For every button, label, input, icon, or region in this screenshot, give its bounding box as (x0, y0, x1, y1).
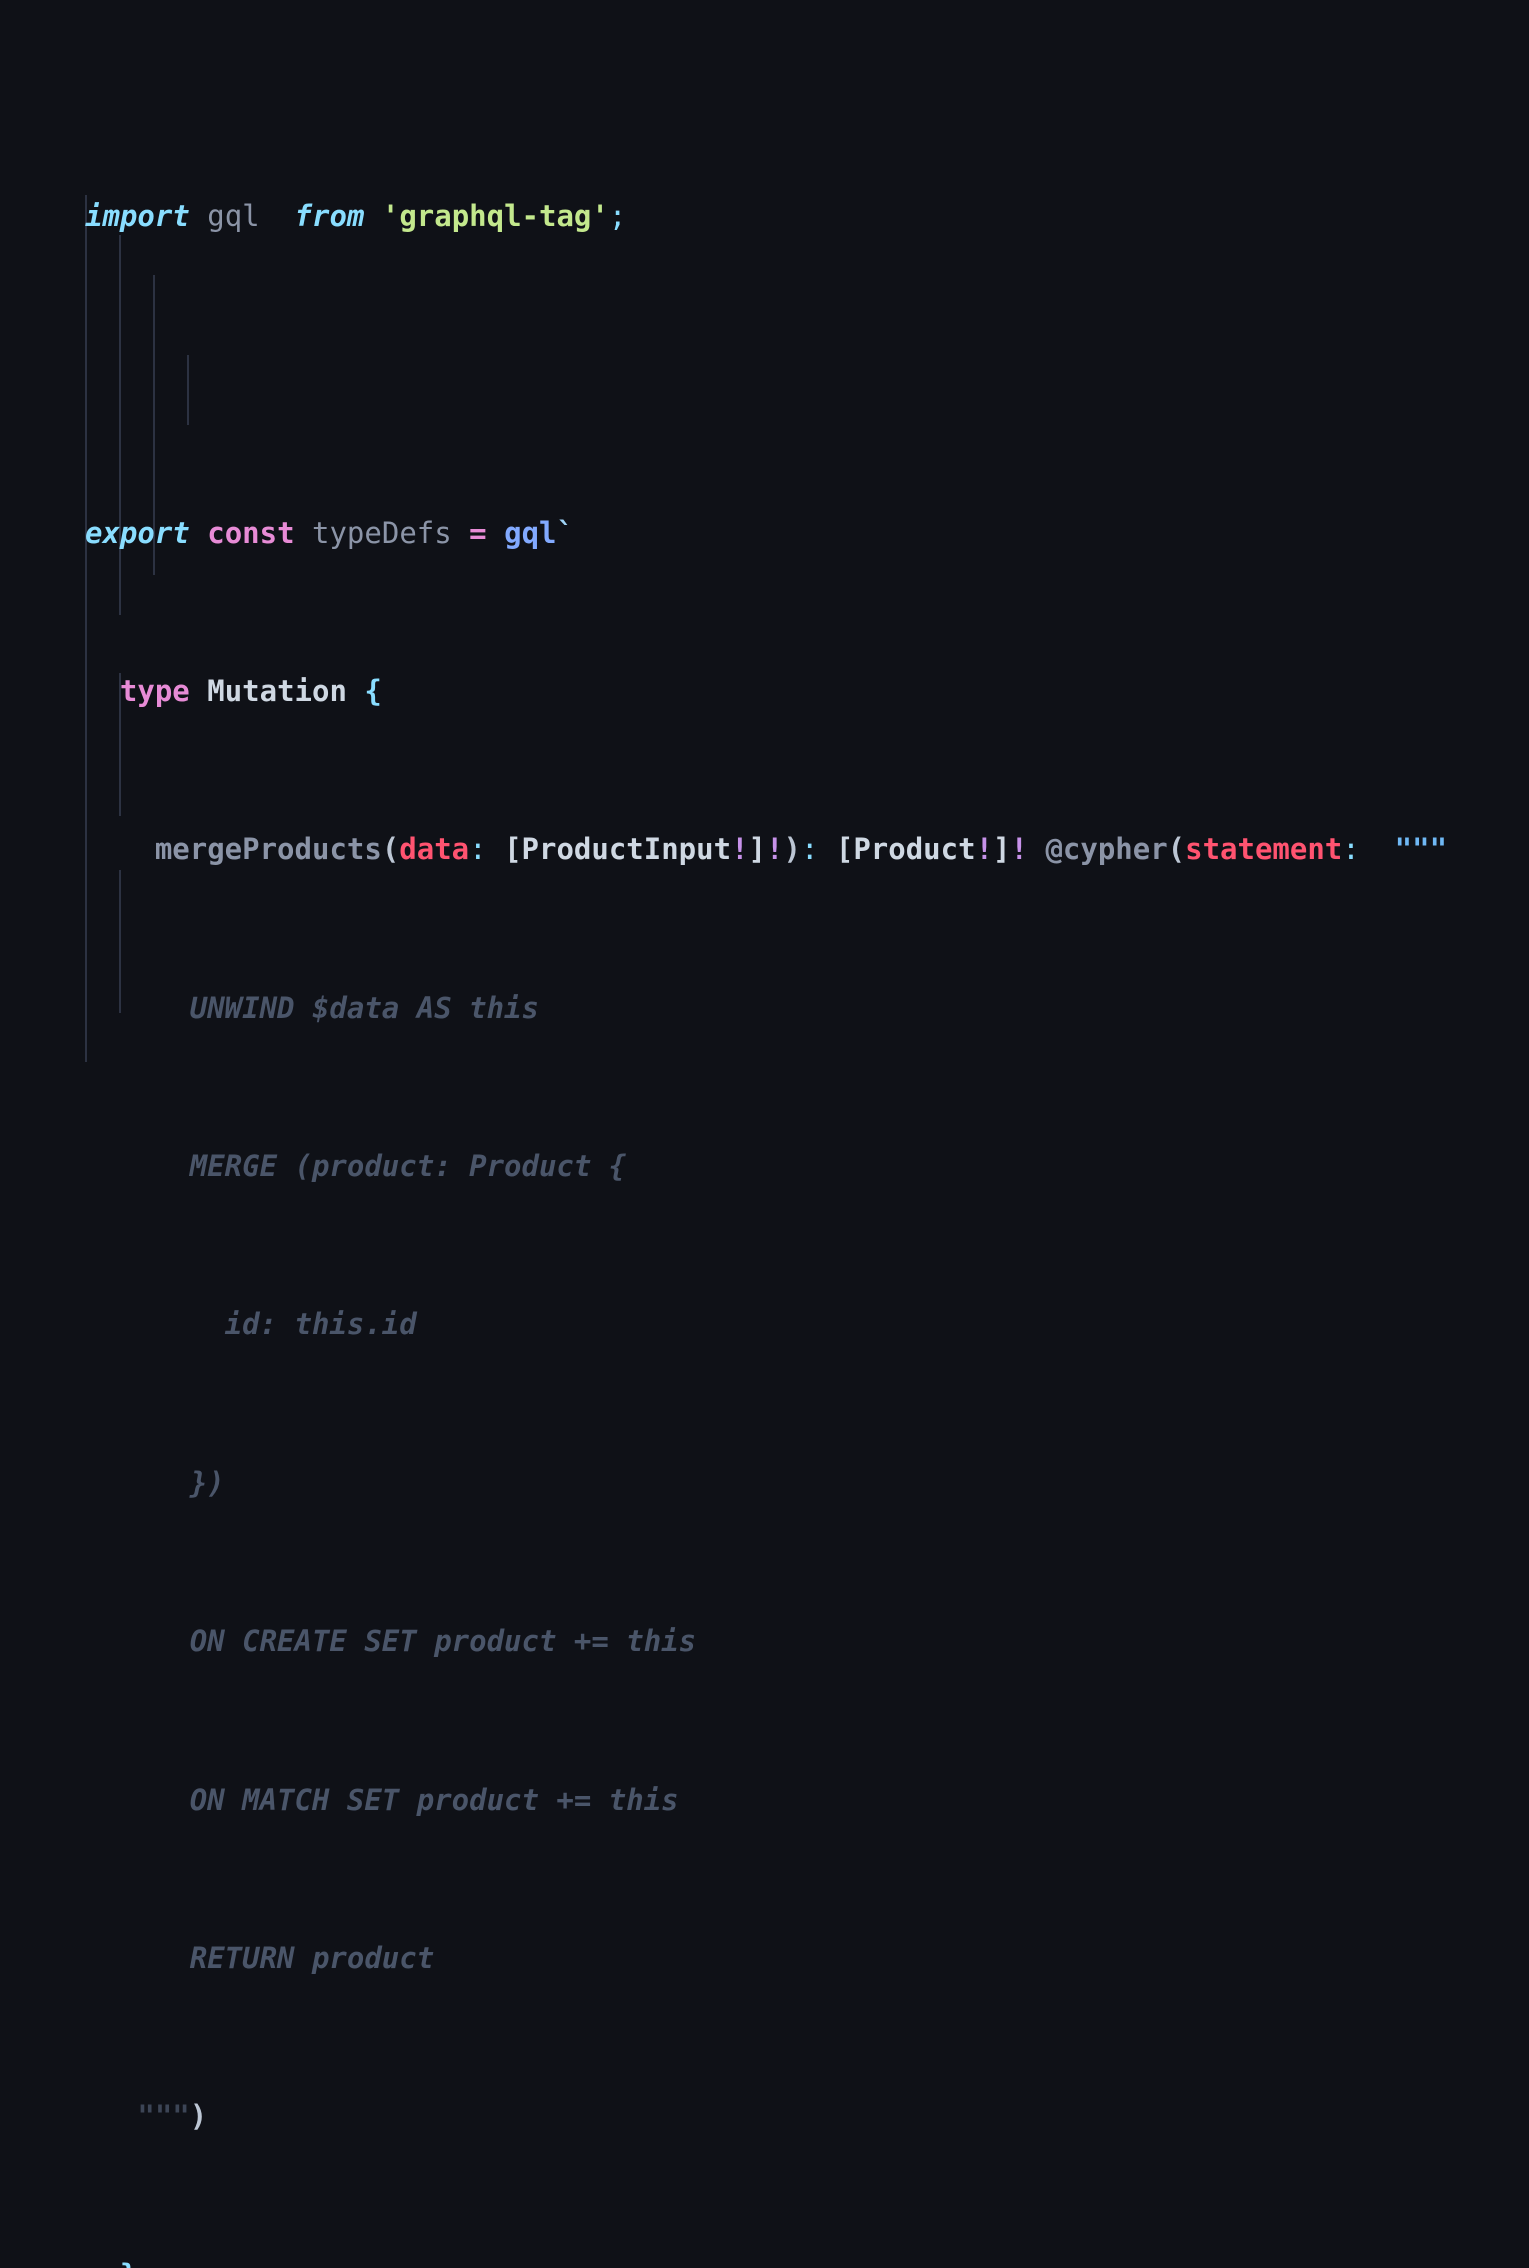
code-line-8-cypher[interactable]: id: this.id (85, 1305, 1529, 1345)
token-triple-quote-open: """ (1394, 832, 1448, 867)
code-line-9-cypher[interactable]: }) (85, 1464, 1529, 1504)
cypher-id-property: id: this.id (85, 1307, 417, 1342)
token-open-brace-mutation: { (364, 673, 382, 708)
token-gql-identifier: gql (207, 198, 260, 233)
token-colon-return: : (800, 832, 819, 867)
code-line-11-cypher[interactable]: ON MATCH SET product += this (85, 1781, 1529, 1821)
token-close-paren-directive: ) (189, 2099, 208, 2134)
code-line-7-cypher[interactable]: MERGE (product: Product { (85, 1147, 1529, 1187)
token-bang-1: ! (731, 832, 749, 867)
code-block[interactable]: import gql from 'graphql-tag'; export co… (0, 78, 1529, 2268)
code-line-2-blank (85, 355, 1529, 395)
token-close-bracket-2: ] (993, 832, 1011, 867)
code-line-1[interactable]: import gql from 'graphql-tag'; (85, 197, 1529, 237)
cypher-close-node: }) (85, 1465, 225, 1500)
token-open-bracket-1: [ (504, 832, 522, 867)
code-line-6-cypher[interactable]: UNWIND $data AS this (85, 989, 1529, 1029)
token-close-bracket-1: ] (748, 832, 766, 867)
token-template-backtick-open: ` (556, 515, 574, 550)
token-colon-data: : (469, 832, 487, 867)
cypher-on-create-set: ON CREATE SET product += this (85, 1624, 697, 1659)
token-typedefs-identifier: typeDefs (312, 515, 452, 550)
code-line-5[interactable]: mergeProducts(data: [ProductInput!]!): [… (85, 830, 1529, 870)
code-editor-surface: import gql from 'graphql-tag'; export co… (0, 0, 1529, 2268)
cypher-return-statement: RETURN product (85, 1940, 435, 1975)
token-cypher-directive: @cypher (1045, 832, 1168, 867)
token-bang-2: ! (766, 832, 784, 867)
code-line-14[interactable]: } (85, 2256, 1529, 2268)
code-line-10-cypher[interactable]: ON CREATE SET product += this (85, 1622, 1529, 1662)
token-close-brace-mutation: } (120, 2258, 137, 2268)
token-colon-statement: : (1342, 832, 1360, 867)
token-statement-argument: statement (1185, 832, 1343, 867)
token-data-argument: data (399, 832, 470, 867)
token-product-typename: Product (853, 832, 976, 867)
token-import-keyword: import (85, 198, 190, 233)
token-type-keyword-mutation: type (119, 673, 190, 708)
token-bang-3: ! (975, 832, 994, 867)
token-module-string: 'graphql-tag' (381, 198, 609, 233)
token-mutation-typename: Mutation (207, 673, 347, 708)
token-triple-quote-close: """ (137, 2099, 190, 2134)
token-const-keyword: const (207, 515, 295, 550)
token-mergeproducts-field: mergeProducts (154, 832, 382, 867)
token-gql-tag: gql (504, 515, 557, 550)
token-bang-4: ! (1010, 832, 1028, 867)
token-from-keyword: from (294, 198, 365, 233)
code-line-13[interactable]: """) (85, 2097, 1529, 2137)
cypher-merge-statement: MERGE (product: Product { (85, 1149, 627, 1184)
token-open-bracket-2: [ (835, 832, 854, 867)
token-open-paren-args: ( (381, 832, 400, 867)
token-open-paren-directive: ( (1167, 832, 1186, 867)
code-line-3[interactable]: export const typeDefs = gql` (85, 514, 1529, 554)
token-productinput-typename: ProductInput (521, 832, 732, 867)
cypher-on-match-set: ON MATCH SET product += this (85, 1782, 679, 1817)
cypher-unwind-statement: UNWIND $data AS this (85, 990, 539, 1025)
token-close-paren-args: ) (783, 832, 801, 867)
code-line-12-cypher[interactable]: RETURN product (85, 1939, 1529, 1979)
code-line-4[interactable]: type Mutation { (85, 672, 1529, 712)
token-assign-operator: = (469, 515, 487, 550)
token-semicolon: ; (608, 198, 627, 233)
token-export-keyword: export (85, 515, 190, 550)
